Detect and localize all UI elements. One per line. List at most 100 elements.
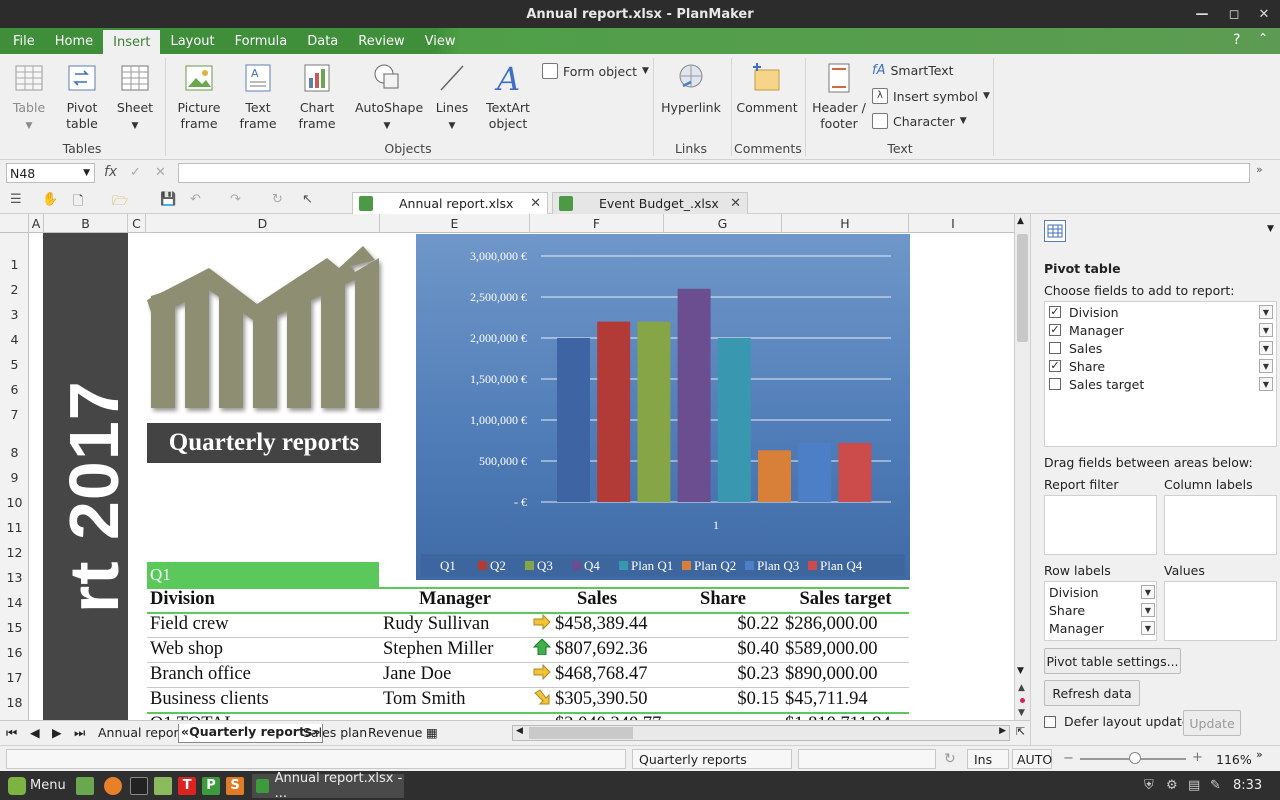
row-header[interactable]: 12: [0, 537, 28, 562]
cell-division[interactable]: Business clients: [147, 687, 380, 712]
bar-plan-q2[interactable]: [758, 450, 791, 502]
sheet-tab-sales-plan[interactable]: Sales plan: [303, 725, 367, 740]
row-header[interactable]: 7: [0, 399, 28, 424]
shield-icon[interactable]: ⛨: [1144, 778, 1154, 793]
prev-sheet-icon[interactable]: ◀: [30, 725, 40, 740]
select-all-corner[interactable]: [0, 214, 29, 233]
chevron-down-icon[interactable]: ▼: [1259, 341, 1273, 355]
column-header[interactable]: G: [664, 214, 782, 233]
checkbox[interactable]: [1044, 715, 1056, 728]
menu-formula[interactable]: Formula: [225, 28, 298, 54]
zoom-out-icon[interactable]: −: [1063, 751, 1074, 766]
field-item[interactable]: ✓ Manager ▼: [1049, 321, 1273, 339]
cell-division[interactable]: Web shop: [147, 637, 380, 662]
field-item[interactable]: ✓ Division ▼: [1049, 303, 1273, 321]
hamburger-icon[interactable]: ☰: [10, 192, 22, 207]
row-header[interactable]: 9: [0, 462, 28, 487]
checkbox-checked[interactable]: ✓: [1049, 324, 1061, 336]
cell-sales-target[interactable]: $890,000.00: [782, 662, 909, 687]
bar-plan-q3[interactable]: [798, 442, 832, 502]
presentations-icon[interactable]: S: [226, 777, 244, 795]
character-button[interactable]: Character ▼: [872, 113, 967, 129]
page-up-icon[interactable]: ▲: [1018, 683, 1025, 693]
column-header[interactable]: C: [128, 214, 146, 233]
row-field-item[interactable]: Share ▼: [1049, 601, 1155, 619]
column-header[interactable]: A: [29, 214, 44, 233]
formula-input[interactable]: [178, 163, 1250, 183]
first-sheet-icon[interactable]: ⏮: [6, 725, 17, 741]
row-header[interactable]: 4: [0, 324, 28, 349]
close-icon[interactable]: ✕: [1250, 0, 1278, 28]
chevron-down-icon[interactable]: ▼: [1259, 305, 1273, 319]
field-item[interactable]: Sales ▼: [1049, 339, 1273, 357]
fx-icon[interactable]: fx: [104, 164, 117, 180]
row-header[interactable]: 18: [0, 687, 28, 712]
doc-tab-event-budget[interactable]: Event Budget_.xlsx ✕: [552, 192, 748, 214]
vertical-scrollbar[interactable]: ▲ ▼ ▲ ▼: [1014, 214, 1030, 720]
close-tab-icon[interactable]: ✕: [730, 196, 741, 211]
row-header[interactable]: 17: [0, 662, 28, 687]
undo-icon[interactable]: ↶: [190, 192, 201, 207]
close-tab-icon[interactable]: ✕: [530, 196, 541, 211]
header-share[interactable]: Share: [664, 587, 782, 612]
help-icon[interactable]: ?: [1233, 32, 1240, 48]
cell-division[interactable]: Field crew: [147, 612, 380, 637]
page-down-icon[interactable]: ▼: [1018, 708, 1025, 718]
row-header[interactable]: 10: [0, 487, 28, 512]
cell-sales-target[interactable]: $286,000.00: [782, 612, 909, 637]
column-header[interactable]: I: [909, 214, 997, 233]
sheet-tab-revenue[interactable]: Revenue: [368, 725, 422, 740]
update-button[interactable]: Update: [1183, 710, 1241, 736]
cell-manager[interactable]: Rudy Sullivan: [380, 612, 530, 637]
lines-button[interactable]: Lines ▼: [430, 60, 474, 134]
zoom-slider-handle[interactable]: [1129, 752, 1141, 764]
form-object-button[interactable]: Form object ▼: [542, 63, 649, 79]
cell-sales[interactable]: $458,389.44: [530, 612, 664, 637]
scroll-left-icon[interactable]: ◀: [516, 726, 523, 736]
table-button[interactable]: Table ▼: [8, 60, 50, 134]
defer-layout-checkbox[interactable]: Defer layout update: [1044, 714, 1190, 729]
row-labels-area[interactable]: Division ▼ Share ▼ Manager ▼: [1044, 581, 1157, 641]
checkbox-checked[interactable]: ✓: [1049, 360, 1061, 372]
terminal-icon[interactable]: [130, 777, 148, 795]
cell-manager[interactable]: Stephen Miller: [380, 637, 530, 662]
redo-icon[interactable]: ↷: [230, 192, 241, 207]
textmaker-icon[interactable]: T: [178, 777, 196, 795]
cell-reference-box[interactable]: N48 ▼: [6, 163, 95, 183]
chart-frame-button[interactable]: Chart frame: [290, 60, 344, 132]
h-scroll-thumb[interactable]: [529, 727, 633, 739]
repeat-icon[interactable]: ↻: [272, 192, 283, 207]
insert-mode[interactable]: Ins: [967, 749, 1009, 769]
cell-sales-target[interactable]: $45,711.94: [782, 687, 909, 712]
clock[interactable]: 8:33: [1233, 778, 1262, 793]
open-folder-icon[interactable]: 🗁: [112, 192, 128, 214]
calc-mode[interactable]: AUTO: [1012, 749, 1052, 769]
add-sheet-icon[interactable]: ▦: [426, 725, 438, 740]
row-field-item[interactable]: Manager ▼: [1049, 619, 1155, 637]
cell-sales[interactable]: $468,768.47: [530, 662, 664, 687]
menu-review[interactable]: Review: [348, 28, 414, 54]
expand-status-icon[interactable]: »: [1256, 748, 1263, 761]
cell-manager[interactable]: Jane Doe: [380, 662, 530, 687]
chevron-down-icon[interactable]: ▼: [1141, 603, 1155, 617]
cell-sales[interactable]: $305,390.50: [530, 687, 664, 712]
menu-insert[interactable]: Insert: [103, 30, 161, 54]
header-sales-target[interactable]: Sales target: [782, 587, 909, 612]
cell-sales-target[interactable]: $589,000.00: [782, 637, 909, 662]
header-sales[interactable]: Sales: [530, 587, 664, 612]
refresh-data-button[interactable]: Refresh data: [1044, 680, 1140, 706]
row-header[interactable]: 1: [0, 233, 28, 274]
pivot-panel-icon[interactable]: [1044, 220, 1066, 242]
minimize-icon[interactable]: —: [1188, 0, 1216, 28]
chevron-down-icon[interactable]: ▼: [1141, 585, 1155, 599]
scroll-up-icon[interactable]: ▲: [1017, 216, 1024, 226]
hand-icon[interactable]: ✋: [42, 192, 58, 207]
row-header[interactable]: 2: [0, 274, 28, 299]
column-header[interactable]: E: [380, 214, 530, 233]
column-header[interactable]: D: [146, 214, 380, 233]
update-icon[interactable]: ⚙: [1166, 778, 1178, 793]
bar-chart[interactable]: - € 500,000 € 1,000,000 € 1,500,000 € 2,000,…: [416, 234, 910, 580]
textart-button[interactable]: A TextArt object: [484, 60, 532, 132]
field-item[interactable]: ✓ Share ▼: [1049, 357, 1273, 375]
last-sheet-icon[interactable]: ⏭: [74, 725, 85, 741]
